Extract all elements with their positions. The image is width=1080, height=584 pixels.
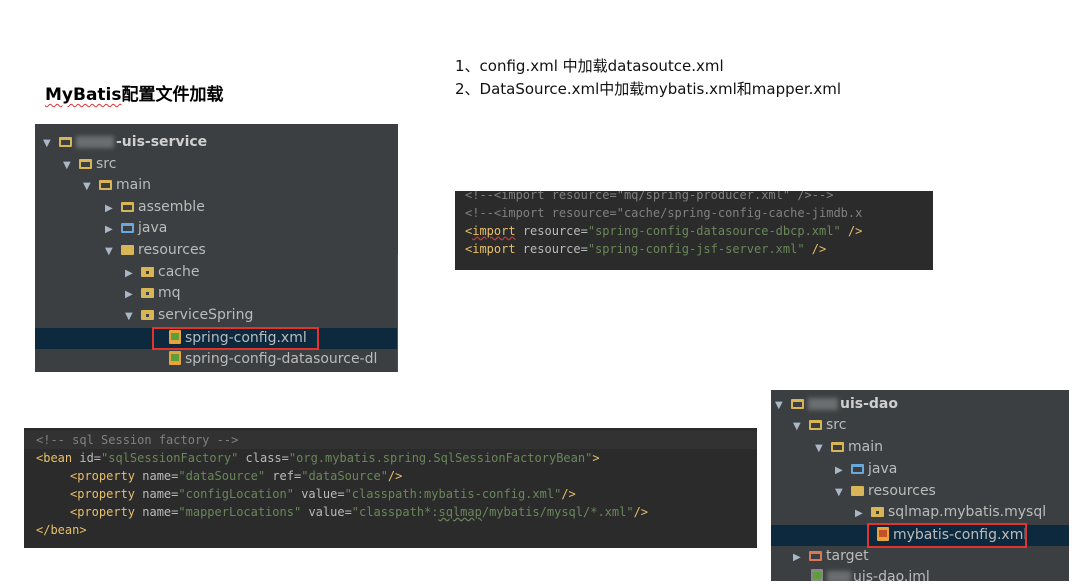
tree-node-assemble[interactable]: ▶ assemble	[105, 197, 205, 218]
folder-icon	[99, 180, 112, 190]
tree-node-main[interactable]: ▼ main	[815, 437, 883, 458]
highlight-box	[867, 523, 1027, 548]
folder-icon	[121, 202, 134, 212]
chevron-down-icon[interactable]: ▼	[793, 416, 809, 437]
tree-label-file2: spring-config-datasource-dl	[185, 351, 378, 367]
tree-node-mq[interactable]: ▶ mq	[125, 283, 181, 304]
tree-label-cache: cache	[158, 264, 200, 280]
folder-icon	[809, 420, 822, 430]
highlight-box	[152, 327, 319, 350]
code-line: <!--<import resource="mq/spring-producer…	[465, 191, 834, 202]
redacted-name	[76, 136, 114, 148]
chevron-down-icon[interactable]: ▼	[83, 176, 99, 197]
tree-node-resources[interactable]: ▼ resources	[835, 481, 936, 502]
excluded-folder-icon	[809, 551, 822, 561]
package-icon	[141, 267, 154, 277]
code-snippet-imports: <!--<import resource="mq/spring-producer…	[455, 191, 933, 270]
chevron-down-icon[interactable]: ▼	[775, 395, 791, 416]
resources-folder-icon	[851, 486, 864, 496]
package-icon	[141, 310, 154, 320]
notes: 1、config.xml 中加载datasoutce.xml 2、DataSou…	[455, 55, 841, 101]
tree-file-datasource[interactable]: spring-config-datasource-dl	[169, 349, 377, 370]
code-comment: <!-- sql Session factory -->	[36, 433, 239, 447]
chevron-down-icon[interactable]: ▼	[125, 306, 141, 327]
chevron-down-icon[interactable]: ▼	[835, 482, 851, 503]
redacted-name	[808, 398, 838, 410]
page-title: MyBatis配置文件加载	[45, 80, 224, 105]
tree-node-package[interactable]: ▶ sqlmap.mybatis.mysql	[855, 502, 1046, 523]
tree-label-src: src	[826, 417, 847, 433]
tree-node-cache[interactable]: ▶ cache	[125, 262, 199, 283]
code-line-bean: <bean id="sqlSessionFactory" class="org.…	[36, 451, 600, 465]
code-snippet-bean: <!-- sql Session factory --> <bean id="s…	[24, 428, 757, 548]
code-line-property: <property name="dataSource" ref="dataSou…	[70, 469, 403, 483]
tree-node-servicespring[interactable]: ▼ serviceSpring	[125, 305, 253, 326]
tree-file-iml[interactable]: uis-dao.iml	[811, 567, 930, 581]
tree-label-target: target	[826, 548, 869, 564]
tree-node-java[interactable]: ▶ java	[835, 459, 897, 480]
code-line-property: <property name="configLocation" value="c…	[70, 487, 576, 501]
chevron-right-icon[interactable]: ▶	[125, 284, 141, 305]
note-1: 1、config.xml 中加载datasoutce.xml	[455, 57, 724, 75]
tree-label-java: java	[868, 461, 898, 477]
chevron-down-icon[interactable]: ▼	[815, 438, 831, 459]
tree-label-main: main	[116, 177, 151, 193]
tree-node-resources[interactable]: ▼ resources	[105, 240, 206, 261]
source-folder-icon	[121, 223, 134, 233]
module-folder-icon	[791, 399, 804, 409]
folder-icon	[79, 159, 92, 169]
code-line-bean-end: </bean>	[36, 523, 87, 537]
chevron-right-icon[interactable]: ▶	[105, 219, 121, 240]
title-mybatis: MyBatis	[45, 85, 122, 105]
module-file-icon	[811, 569, 823, 581]
tree-label-resources: resources	[868, 483, 936, 499]
note-2: 2、DataSource.xml中加载mybatis.xml和mapper.xm…	[455, 80, 842, 98]
tree-label-main: main	[848, 439, 883, 455]
tree-label-mq: mq	[158, 285, 181, 301]
tree-node-target[interactable]: ▶ target	[793, 546, 869, 567]
chevron-down-icon[interactable]: ▼	[43, 133, 59, 154]
tree-root-label: uis-dao	[840, 396, 898, 412]
code-line: <!--<import resource="cache/spring-confi…	[465, 206, 863, 220]
project-tree-dao: ▼ uis-dao ▼ src ▼ main ▶ java ▼ resources ▶ sq…	[771, 390, 1069, 581]
chevron-down-icon[interactable]: ▼	[105, 241, 121, 262]
title-rest: 配置文件加载	[121, 85, 224, 105]
chevron-right-icon[interactable]: ▶	[855, 503, 871, 524]
module-folder-icon	[59, 137, 72, 147]
chevron-right-icon[interactable]: ▶	[125, 263, 141, 284]
tree-label-java: java	[138, 220, 168, 236]
tree-label-assemble: assemble	[138, 199, 205, 215]
tree-label-package: sqlmap.mybatis.mysql	[888, 504, 1047, 520]
chevron-right-icon[interactable]: ▶	[835, 460, 851, 481]
code-line-import-jsf: <import resource="spring-config-jsf-serv…	[465, 242, 827, 256]
xml-file-icon	[169, 351, 181, 365]
tree-node-root[interactable]: ▼ -uis-service	[43, 132, 207, 153]
tree-label-servicespring: serviceSpring	[158, 307, 254, 323]
resources-folder-icon	[121, 245, 134, 255]
scrollbar[interactable]	[397, 254, 398, 372]
tree-node-root[interactable]: ▼ uis-dao	[775, 394, 898, 415]
tree-node-main[interactable]: ▼ main	[83, 175, 151, 196]
tree-node-src[interactable]: ▼ src	[63, 154, 116, 175]
chevron-right-icon[interactable]: ▶	[793, 547, 809, 568]
project-tree-service: ▼ -uis-service ▼ src ▼ main ▶ assemble ▶ java…	[35, 124, 398, 372]
tree-label-iml: uis-dao.iml	[853, 569, 930, 581]
tree-label-resources: resources	[138, 242, 206, 258]
folder-icon	[831, 442, 844, 452]
source-folder-icon	[851, 464, 864, 474]
tree-label-src: src	[96, 156, 117, 172]
package-icon	[871, 507, 884, 517]
redacted-name	[827, 571, 851, 581]
tree-node-src[interactable]: ▼ src	[793, 415, 846, 436]
package-icon	[141, 288, 154, 298]
code-line-property: <property name="mapperLocations" value="…	[70, 505, 649, 519]
code-line-import-dbcp: <import resource="spring-config-datasour…	[465, 224, 863, 238]
chevron-down-icon[interactable]: ▼	[63, 155, 79, 176]
tree-node-java[interactable]: ▶ java	[105, 218, 167, 239]
tree-root-label: -uis-service	[116, 134, 208, 150]
chevron-right-icon[interactable]: ▶	[105, 198, 121, 219]
